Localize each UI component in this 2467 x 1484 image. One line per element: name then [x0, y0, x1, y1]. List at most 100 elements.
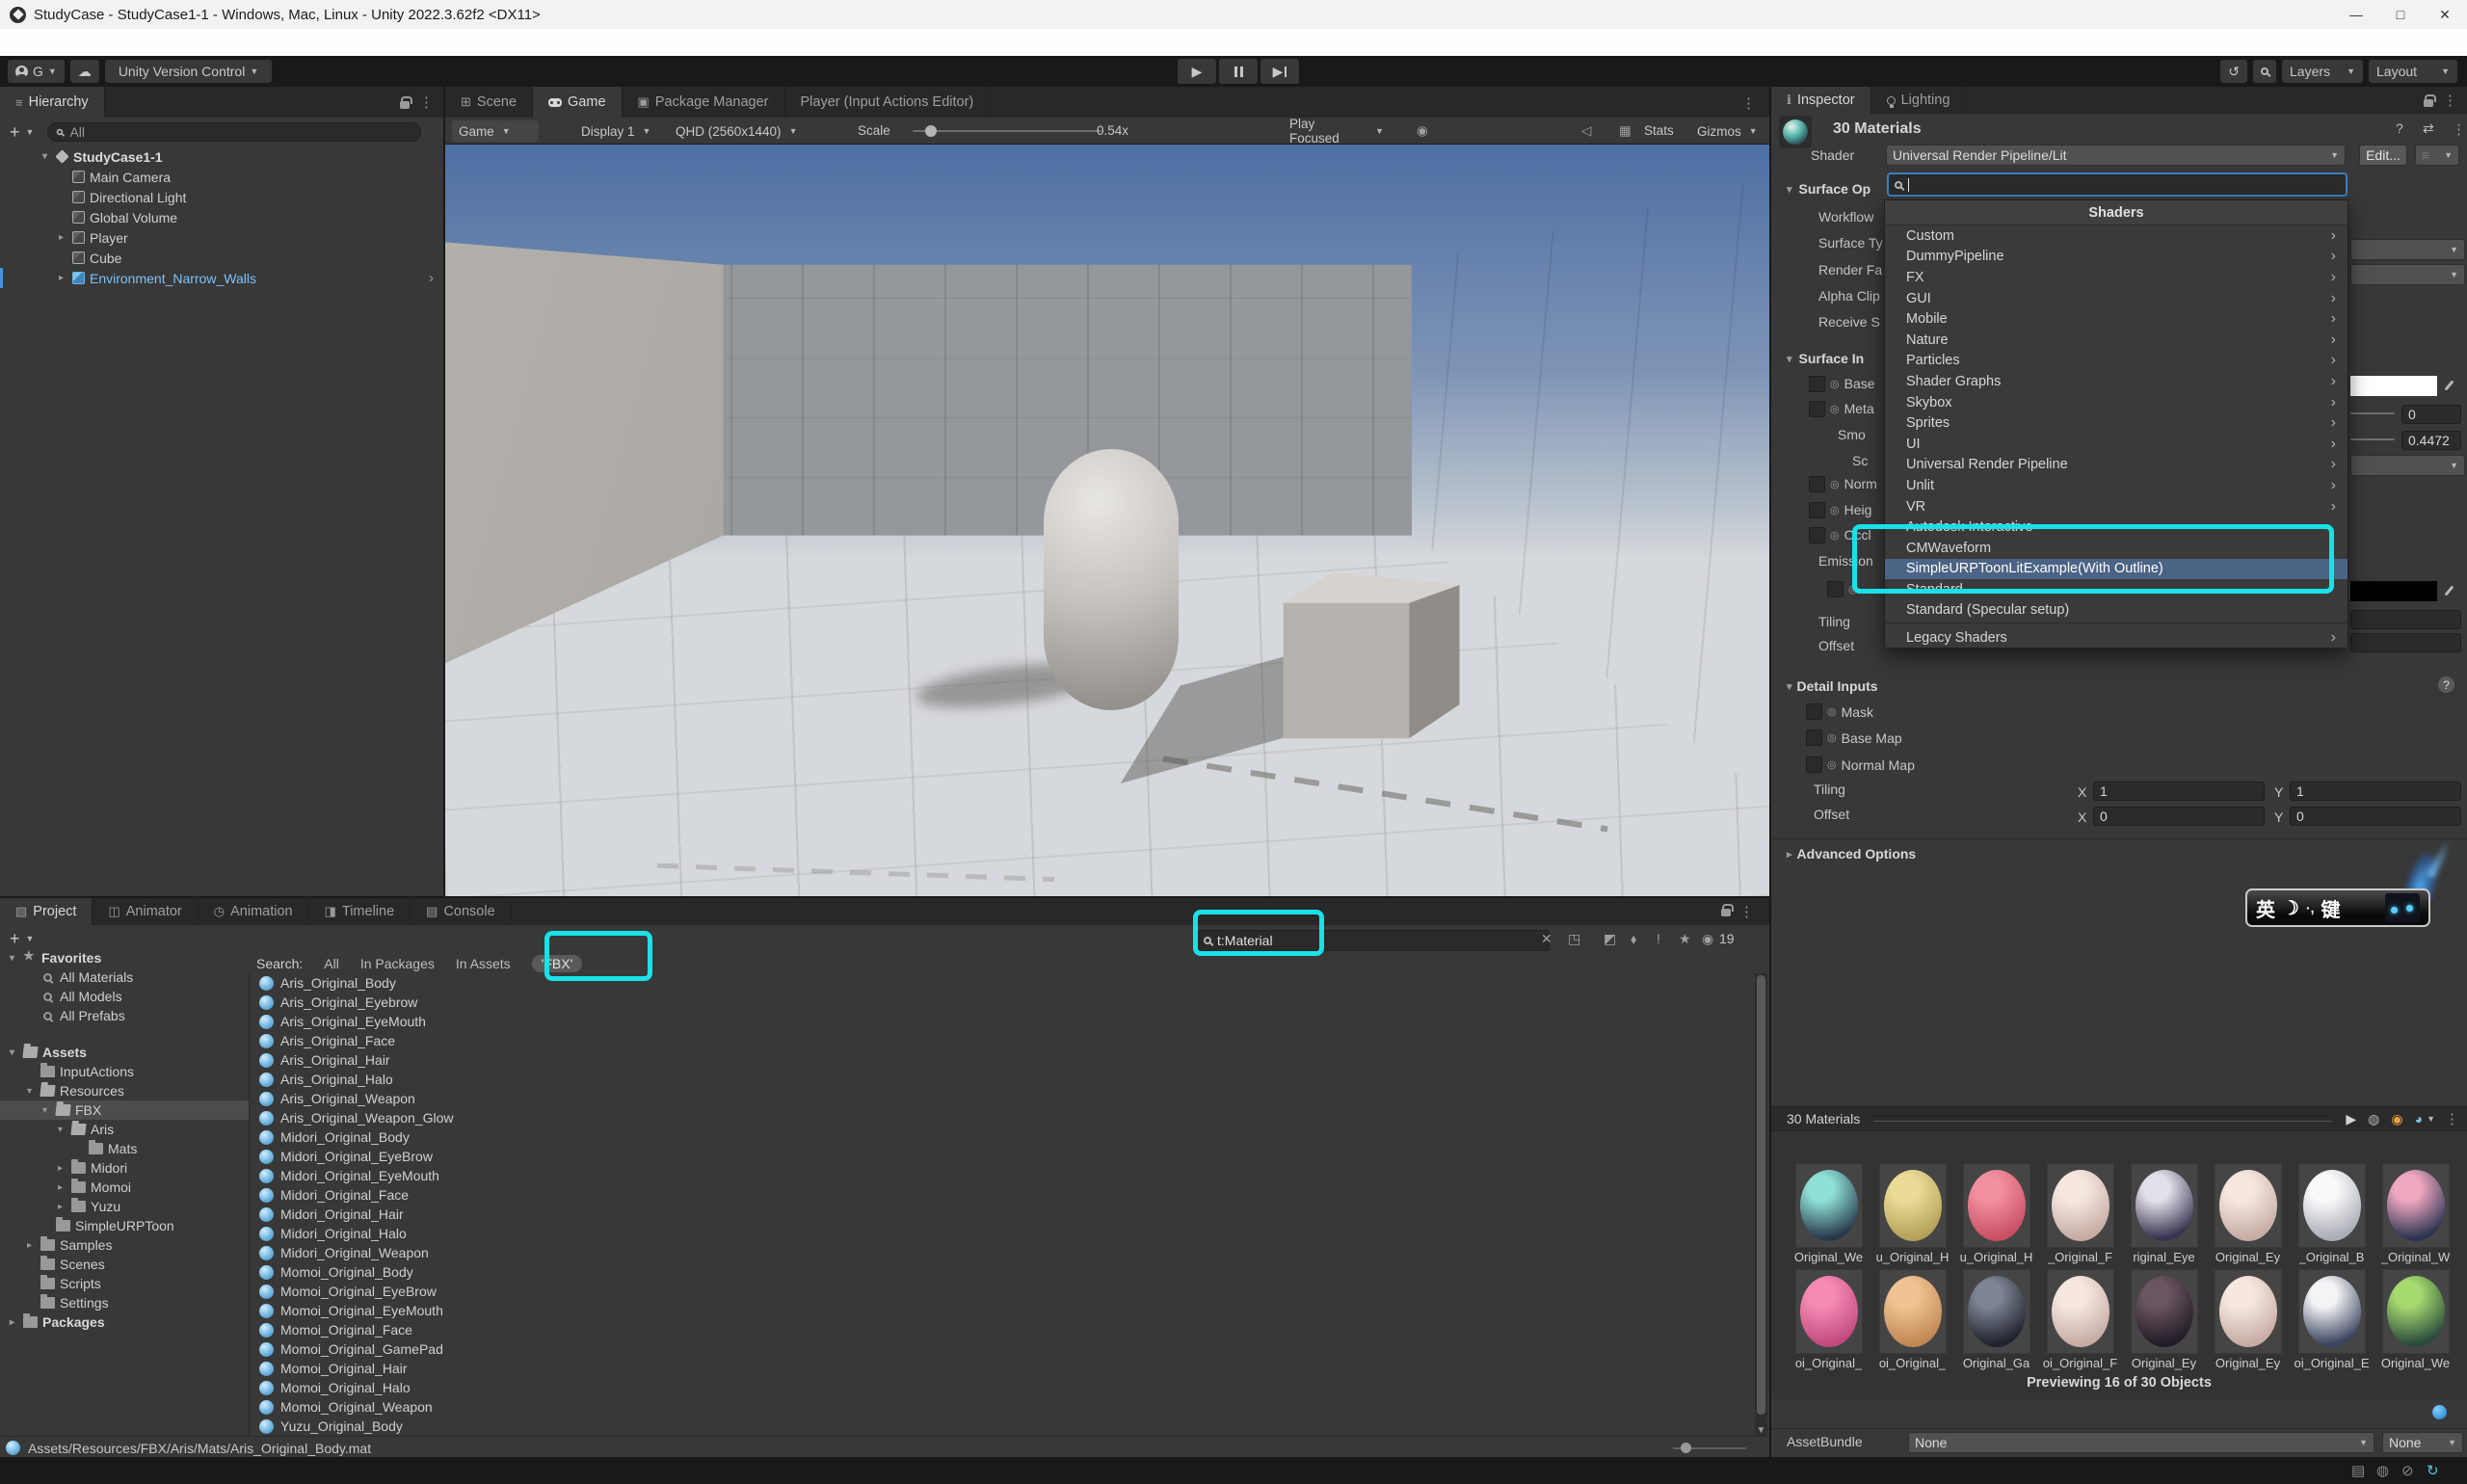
- edit-shader-button[interactable]: Edit...: [2359, 145, 2407, 166]
- project-folder-row[interactable]: ▸ Samples: [0, 1235, 249, 1255]
- texture-slot[interactable]: [1827, 581, 1844, 597]
- shader-menu-item[interactable]: DummyPipeline ›: [1885, 247, 2348, 268]
- scope-in-assets[interactable]: In Assets: [456, 956, 511, 971]
- metallic-field[interactable]: 0: [2401, 405, 2461, 424]
- material-thumbnail[interactable]: Original_Ga: [1954, 1269, 2038, 1375]
- shader-menu-item[interactable]: FX ›: [1885, 267, 2348, 288]
- mute-audio-icon[interactable]: ◁: [1581, 123, 1591, 139]
- layers-dropdown[interactable]: Layers ▼: [2282, 60, 2363, 83]
- project-folder-row[interactable]: InputActions: [0, 1062, 249, 1081]
- metallic-slider[interactable]: [2350, 412, 2395, 414]
- asset-row[interactable]: Midori_Original_Face: [250, 1185, 1754, 1205]
- open-search-window-icon[interactable]: ◳: [1568, 931, 1580, 947]
- menu-item[interactable]: [200, 29, 225, 56]
- asset-row[interactable]: Midori_Original_EyeBrow: [250, 1147, 1754, 1166]
- project-folder-row[interactable]: All Prefabs: [0, 1006, 249, 1025]
- shader-menu-item[interactable]: Legacy Shaders ›: [1885, 627, 2348, 649]
- shader-menu-item[interactable]: Unlit ›: [1885, 475, 2348, 496]
- texture-picker-icon[interactable]: ◎: [1830, 478, 1840, 490]
- menu-item[interactable]: [100, 29, 125, 56]
- texture-picker-icon[interactable]: ◎: [1830, 378, 1840, 390]
- console-activity-icon[interactable]: ▤: [2351, 1462, 2365, 1479]
- asset-type-filter-icon[interactable]: ◩: [1604, 931, 1616, 947]
- eyedropper-icon[interactable]: [2443, 379, 2456, 392]
- expand-arrow-icon[interactable]: ▸: [54, 1182, 66, 1193]
- scroll-down-arrow[interactable]: ▼: [1755, 1425, 1767, 1436]
- scale-slider-knob[interactable]: [925, 125, 937, 137]
- shader-menu-item[interactable]: UI ›: [1885, 434, 2348, 455]
- expand-arrow-icon[interactable]: ▸: [54, 1202, 66, 1212]
- texture-slot[interactable]: [1809, 401, 1825, 417]
- inspector-property-row[interactable]: ◎ Offset: [1818, 636, 1854, 655]
- asset-row[interactable]: Aris_Original_Weapon: [250, 1089, 1754, 1108]
- material-thumbnail[interactable]: oi_Original_: [1870, 1269, 1954, 1375]
- menu-item[interactable]: [150, 29, 175, 56]
- texture-slot[interactable]: [1809, 502, 1825, 518]
- offset-y-field-stub[interactable]: [2350, 633, 2461, 652]
- asset-row[interactable]: Midori_Original_Hair: [250, 1205, 1754, 1224]
- search-button[interactable]: [2253, 60, 2276, 83]
- play-preview-icon[interactable]: ▶: [2346, 1111, 2356, 1127]
- inspector-property-row[interactable]: ◎ Surface Ty: [1818, 233, 1883, 252]
- detail-inputs-header[interactable]: ▾ Detail Inputs: [1787, 678, 1878, 694]
- inspector-property-row[interactable]: ◎ Surface In: [1787, 349, 1864, 368]
- shader-menu-item[interactable]: Universal Render Pipeline ›: [1885, 455, 2348, 476]
- material-thumbnail[interactable]: _Original_B: [2290, 1163, 2374, 1269]
- chevron-down-icon[interactable]: ▼: [26, 127, 35, 137]
- kebab-menu-icon[interactable]: ⋮: [2443, 92, 2457, 109]
- menu-item[interactable]: [0, 29, 25, 56]
- view-tab[interactable]: ⊞ Scene: [445, 87, 533, 118]
- project-folder-row[interactable]: Scenes: [0, 1255, 249, 1274]
- preview-header[interactable]: 30 Materials ▶ ◍ ◉ ◕ ▼ ⋮: [1771, 1106, 2467, 1131]
- project-folder-row[interactable]: All Materials: [0, 967, 249, 987]
- emission-color-swatch[interactable]: [2350, 581, 2437, 601]
- project-folder-row[interactable]: ▾ Assets: [0, 1043, 249, 1062]
- inspector-property-row[interactable]: ◎ Sc: [1852, 451, 1868, 470]
- asset-row[interactable]: Momoi_Original_Halo: [250, 1378, 1754, 1397]
- project-folder-row[interactable]: [0, 1025, 249, 1043]
- shader-menu-item[interactable]: Mobile ›: [1885, 308, 2348, 330]
- tiling-y-field-stub[interactable]: [2350, 610, 2461, 629]
- material-thumbnail[interactable]: Original_We: [2374, 1269, 2457, 1375]
- hierarchy-item[interactable]: ▸ Environment_Narrow_Walls ›: [0, 268, 443, 288]
- hierarchy-item[interactable]: Directional Light: [0, 187, 443, 207]
- shader-menu-item[interactable]: Sprites ›: [1885, 412, 2348, 434]
- asset-row[interactable]: Aris_Original_Face: [250, 1031, 1754, 1050]
- bottom-tab[interactable]: ▧ Project: [0, 898, 93, 925]
- project-folder-row[interactable]: ▾ Favorites: [0, 948, 249, 967]
- asset-row[interactable]: Aris_Original_Hair: [250, 1050, 1754, 1070]
- texture-slot[interactable]: [1809, 527, 1825, 543]
- material-thumbnail[interactable]: riginal_Eye: [2122, 1163, 2206, 1269]
- inspector-property-row[interactable]: ◎ Base: [1809, 374, 1875, 393]
- texture-slot[interactable]: [1806, 756, 1822, 773]
- surface-type-dropdown[interactable]: ▼: [2350, 239, 2465, 260]
- resolution-dropdown[interactable]: QHD (2560x1440)▼: [669, 120, 850, 142]
- packages-activity-icon[interactable]: ◍: [2376, 1462, 2389, 1479]
- detail-mask-row[interactable]: ◎ Mask: [1806, 703, 1873, 720]
- project-folder-row[interactable]: ▸ Midori: [0, 1158, 249, 1178]
- material-thumbnail[interactable]: u_Original_H: [1954, 1163, 2038, 1269]
- shader-dropdown[interactable]: Universal Render Pipeline/Lit ▼: [1886, 145, 2346, 166]
- view-tab[interactable]: ▣ Package Manager: [623, 87, 785, 118]
- expand-arrow-icon[interactable]: ▾: [6, 953, 18, 964]
- sphere-preview-icon[interactable]: ◍: [2368, 1111, 2379, 1127]
- texture-picker-icon[interactable]: ◎: [1830, 504, 1840, 517]
- lighting-sphere-icon[interactable]: ◕: [2415, 1111, 2423, 1126]
- project-folder-row[interactable]: Scripts: [0, 1274, 249, 1293]
- material-thumbnail[interactable]: oi_Original_E: [2290, 1269, 2374, 1375]
- expand-arrow-icon[interactable]: ▾: [54, 1125, 66, 1135]
- inspector-property-row[interactable]: ◎ Workflow: [1818, 207, 1873, 226]
- view-tab[interactable]: Player (Input Actions Editor): [785, 87, 991, 118]
- material-thumbnail[interactable]: oi_Original_F: [2038, 1269, 2122, 1375]
- label-filter-icon[interactable]: ⬧: [1631, 931, 1636, 947]
- tab-hierarchy[interactable]: ≡ Hierarchy: [0, 87, 105, 118]
- hidden-count-eye-icon[interactable]: ◉: [1702, 931, 1713, 947]
- material-thumbnail[interactable]: Original_Ey: [2206, 1163, 2290, 1269]
- expand-arrow-icon[interactable]: ▸: [55, 273, 67, 283]
- assetbundle-dropdown-2[interactable]: None▼: [2382, 1432, 2463, 1453]
- asset-row[interactable]: Midori_Original_EyeMouth: [250, 1166, 1754, 1185]
- layout-dropdown[interactable]: Layout ▼: [2369, 60, 2457, 83]
- project-folder-row[interactable]: ▾ Resources: [0, 1081, 249, 1100]
- play-button[interactable]: ▶: [1178, 59, 1216, 84]
- file-list-scrollbar[interactable]: ▼: [1755, 973, 1767, 1436]
